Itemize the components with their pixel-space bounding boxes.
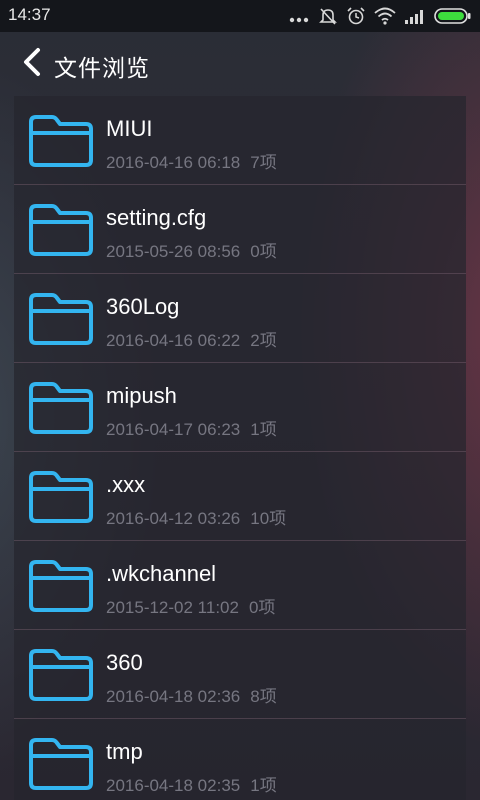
file-item-count: 8项 xyxy=(250,687,277,706)
header: 文件浏览 xyxy=(0,32,480,96)
file-name: .wkchannel xyxy=(106,561,217,586)
folder-icon xyxy=(26,112,96,170)
folder-icon xyxy=(26,646,96,704)
file-date: 2016-04-16 06:22 xyxy=(106,331,241,350)
wifi-icon xyxy=(374,7,396,25)
file-name: MIUI xyxy=(106,116,153,141)
folder-icon xyxy=(26,379,96,437)
folder-icon xyxy=(26,735,96,793)
file-list-item[interactable]: .wkchannel 2015-12-02 11:02 0项 xyxy=(14,541,466,630)
folder-icon xyxy=(26,290,96,348)
file-date: 2016-04-18 02:35 xyxy=(106,776,241,795)
status-bar: 14:37 xyxy=(0,0,480,32)
signal-icon xyxy=(404,7,426,25)
alarm-icon xyxy=(346,6,366,26)
file-date: 2016-04-16 06:18 xyxy=(106,153,241,172)
file-item-count: 0项 xyxy=(250,242,277,261)
file-meta: 2015-12-02 11:02 0项 xyxy=(106,593,275,618)
file-name: 360Log xyxy=(106,294,180,319)
file-item-count: 2项 xyxy=(250,331,277,350)
file-item-count: 1项 xyxy=(250,420,277,439)
file-name: mipush xyxy=(106,383,177,408)
file-list: MIUI 2016-04-16 06:18 7项 setting.cfg 2015-05… xyxy=(14,96,466,800)
file-item-count: 1项 xyxy=(250,776,277,795)
folder-icon xyxy=(26,557,96,615)
file-name: 360 xyxy=(106,650,143,675)
file-list-item[interactable]: MIUI 2016-04-16 06:18 7项 xyxy=(14,96,466,185)
status-time: 14:37 xyxy=(8,5,51,24)
file-date: 2016-04-12 03:26 xyxy=(106,509,241,528)
file-item-count: 7项 xyxy=(250,153,277,172)
folder-icon xyxy=(26,201,96,259)
more-icon xyxy=(288,6,310,26)
file-list-item[interactable]: 360Log 2016-04-16 06:22 2项 xyxy=(14,274,466,363)
file-date: 2016-04-18 02:36 xyxy=(106,687,241,706)
file-meta: 2016-04-12 03:26 10项 xyxy=(106,504,286,529)
page-title: 文件浏览 xyxy=(54,56,150,82)
file-name: setting.cfg xyxy=(106,205,207,230)
file-name: tmp xyxy=(106,739,143,764)
file-name: .xxx xyxy=(106,472,146,497)
file-item-count: 10项 xyxy=(250,509,287,528)
file-meta: 2016-04-16 06:22 2项 xyxy=(106,326,277,351)
back-button[interactable] xyxy=(14,46,50,82)
file-item-count: 0项 xyxy=(248,598,276,617)
file-date: 2015-12-02 11:02 xyxy=(106,598,239,617)
file-meta: 2015-05-26 08:56 0项 xyxy=(106,237,277,262)
file-meta: 2016-04-17 06:23 1项 xyxy=(106,415,277,440)
file-list-item[interactable]: mipush 2016-04-17 06:23 1项 xyxy=(14,363,466,452)
file-list-item[interactable]: setting.cfg 2015-05-26 08:56 0项 xyxy=(14,185,466,274)
file-meta: 2016-04-16 06:18 7项 xyxy=(106,148,277,173)
file-list-item[interactable]: .xxx 2016-04-12 03:26 10项 xyxy=(14,452,466,541)
folder-icon xyxy=(26,468,96,526)
file-date: 2016-04-17 06:23 xyxy=(106,420,241,439)
file-date: 2015-05-26 08:56 xyxy=(106,242,241,261)
chevron-left-icon xyxy=(21,47,43,81)
status-icons xyxy=(288,6,472,26)
file-list-item[interactable]: tmp 2016-04-18 02:35 1项 xyxy=(14,719,466,800)
file-list-item[interactable]: 360 2016-04-18 02:36 8项 xyxy=(14,630,466,719)
file-meta: 2016-04-18 02:35 1项 xyxy=(106,771,277,796)
file-meta: 2016-04-18 02:36 8项 xyxy=(106,682,277,707)
mute-icon xyxy=(318,6,338,26)
battery-icon xyxy=(434,7,472,25)
